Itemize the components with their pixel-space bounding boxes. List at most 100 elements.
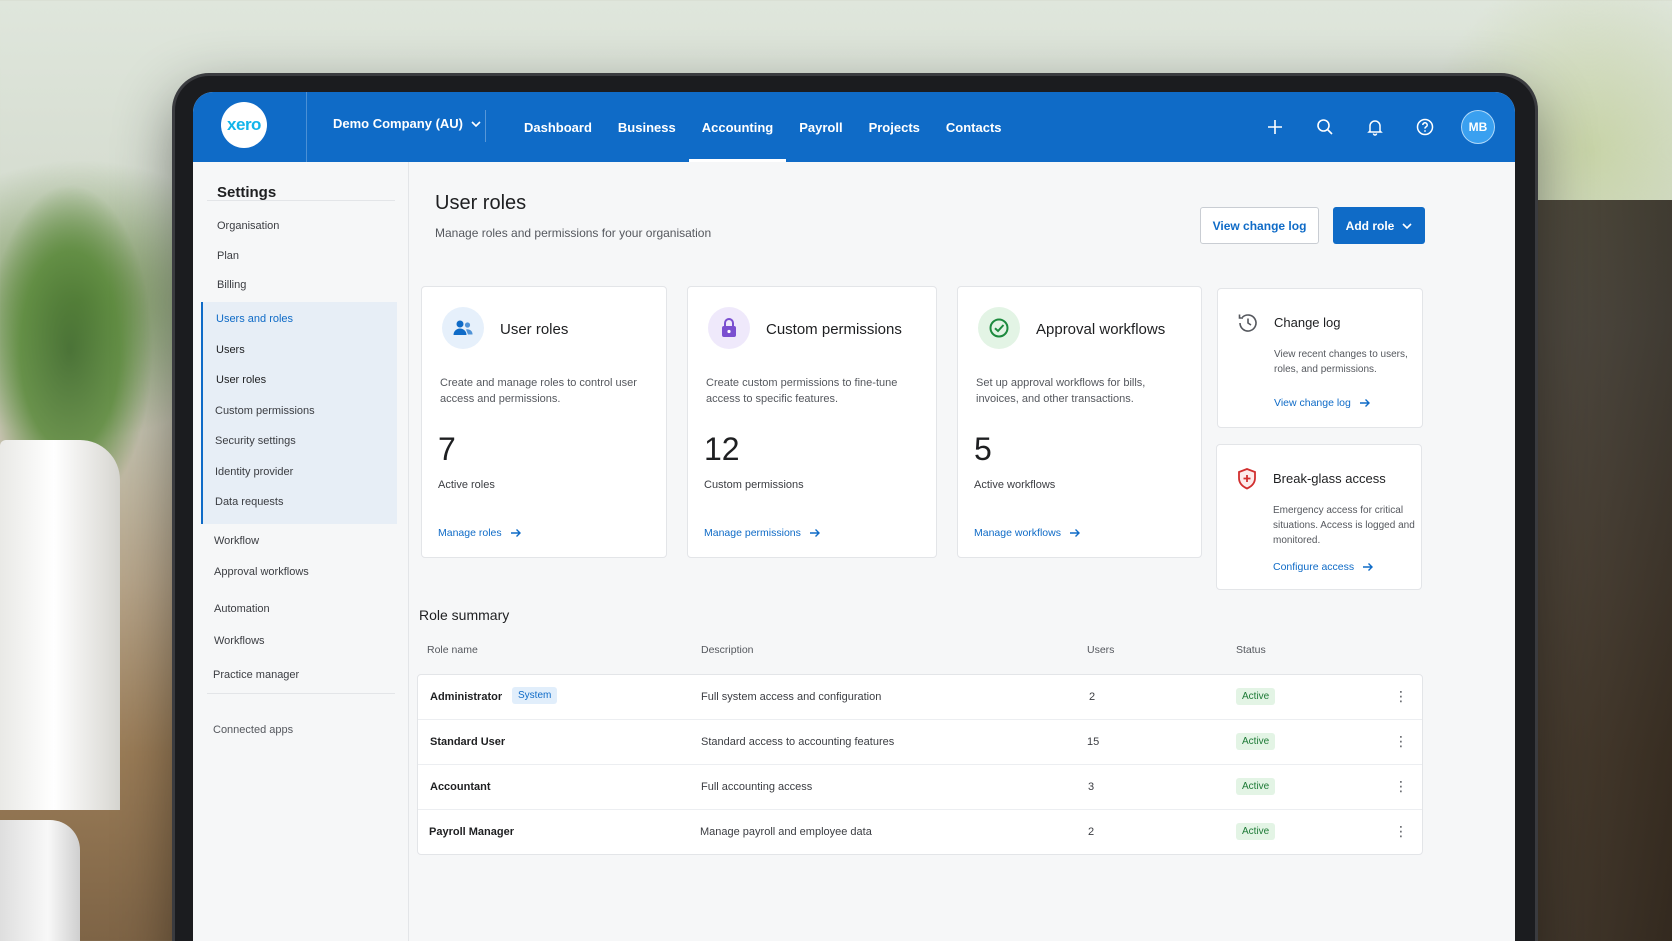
manage-roles-link[interactable]: Manage roles <box>438 527 522 539</box>
users-icon <box>442 307 484 349</box>
nav-contacts[interactable]: Contacts <box>933 92 1015 162</box>
manage-workflows-link[interactable]: Manage workflows <box>974 527 1081 539</box>
background-window-frame <box>1532 200 1672 941</box>
link-text: Manage workflows <box>974 527 1061 539</box>
add-role-label: Add role <box>1345 218 1395 233</box>
search-icon[interactable] <box>1311 113 1339 141</box>
manage-permissions-link[interactable]: Manage permissions <box>704 527 821 539</box>
card-description: Create and manage roles to control user … <box>440 377 637 405</box>
more-options-icon[interactable]: ⋮ <box>1394 689 1408 703</box>
card-description: Create custom permissions to fine-tune a… <box>706 377 898 405</box>
role-users: 2 <box>1088 826 1095 838</box>
column-header-description[interactable]: Description <box>701 644 754 656</box>
table-body: Administrator System Full system access … <box>417 674 1423 855</box>
check-circle-icon <box>978 307 1020 349</box>
settings-sidebar: Settings Organisation Plan Billing Users… <box>193 162 409 941</box>
sidebar-divider <box>207 200 395 201</box>
side-card-title: Break-glass access <box>1273 471 1386 486</box>
role-name: Accountant <box>430 781 491 793</box>
logo-text: xero <box>227 115 261 134</box>
sidebar-item-data-requests[interactable]: Data requests <box>215 496 283 508</box>
status-badge: Active <box>1236 823 1276 840</box>
configure-access-link[interactable]: Configure access <box>1273 561 1374 573</box>
nav-accounting[interactable]: Accounting <box>688 92 787 162</box>
clock-icon <box>1234 309 1262 337</box>
sidebar-item-workflows[interactable]: Workflows <box>214 635 265 647</box>
column-header-users[interactable]: Users <box>1087 644 1114 656</box>
role-summary-title: Role summary <box>419 607 510 623</box>
role-name: Standard User <box>430 736 506 748</box>
arrow-right-icon <box>1363 563 1374 571</box>
sidebar-item-user-roles[interactable]: User roles <box>216 374 266 386</box>
sidebar-item-plan[interactable]: Plan <box>217 250 239 262</box>
organization-switcher[interactable]: Demo Company (AU) <box>333 116 481 131</box>
table-row[interactable]: Administrator System Full system access … <box>418 675 1422 720</box>
help-icon[interactable] <box>1411 113 1439 141</box>
role-description: Manage payroll and employee data <box>700 826 872 838</box>
sidebar-item-automation[interactable]: Automation <box>214 603 270 615</box>
table-row[interactable]: Standard User Standard access to account… <box>418 720 1422 765</box>
organization-name: Demo Company (AU) <box>333 116 464 131</box>
break-glass-access-card: Break-glass access Emergency access for … <box>1216 444 1422 590</box>
xero-logo[interactable]: xero <box>221 102 267 148</box>
lock-icon <box>708 307 750 349</box>
role-users: 2 <box>1089 691 1096 703</box>
sidebar-item-practice-manager[interactable]: Practice manager <box>213 669 299 681</box>
sidebar-item-custom-permissions[interactable]: Custom permissions <box>215 405 315 417</box>
side-card-description: View recent changes to users, roles, and… <box>1274 349 1408 375</box>
sidebar-item-approval-workflows[interactable]: Approval workflows <box>214 566 309 578</box>
approval-workflows-card: Approval workflows Set up approval workf… <box>957 286 1202 558</box>
plus-icon[interactable] <box>1261 113 1289 141</box>
more-options-icon[interactable]: ⋮ <box>1394 824 1408 838</box>
sidebar-item-organisation[interactable]: Organisation <box>217 220 279 232</box>
sidebar-item-security-settings[interactable]: Security settings <box>215 435 296 447</box>
card-label: Active roles <box>438 479 495 491</box>
status-badge: Active <box>1236 733 1276 750</box>
view-change-log-link[interactable]: View change log <box>1274 397 1371 409</box>
sidebar-item-workflow[interactable]: Workflow <box>214 535 259 547</box>
nav-divider <box>485 110 486 142</box>
more-options-icon[interactable]: ⋮ <box>1394 779 1408 793</box>
side-card-description: Emergency access for critical situations… <box>1273 505 1415 546</box>
sidebar-item-identity-provider[interactable]: Identity provider <box>215 466 293 478</box>
add-role-button[interactable]: Add role <box>1333 207 1425 244</box>
card-number: 5 <box>974 431 992 467</box>
nav-dashboard[interactable]: Dashboard <box>511 92 605 162</box>
top-navigation: xero Demo Company (AU) Dashboard Busines… <box>193 92 1515 162</box>
sidebar-item-billing[interactable]: Billing <box>217 279 246 291</box>
role-description: Standard access to accounting features <box>701 736 895 748</box>
link-text: Manage roles <box>438 527 502 539</box>
bell-icon[interactable] <box>1361 113 1389 141</box>
avatar[interactable]: MB <box>1461 110 1495 144</box>
more-options-icon[interactable]: ⋮ <box>1394 734 1408 748</box>
column-header-status[interactable]: Status <box>1236 644 1266 656</box>
sidebar-item-connected-apps[interactable]: Connected apps <box>213 724 293 736</box>
link-text: Configure access <box>1273 561 1355 573</box>
link-text: View change log <box>1274 397 1351 409</box>
sidebar-item-users-and-roles[interactable]: Users and roles <box>216 313 293 325</box>
laptop-screen: xero Demo Company (AU) Dashboard Busines… <box>193 92 1515 941</box>
page-subtitle: Manage roles and permissions for your or… <box>435 226 712 240</box>
nav-projects[interactable]: Projects <box>856 92 933 162</box>
nav-divider <box>306 92 307 162</box>
background-mug <box>0 820 80 941</box>
column-header-role-name[interactable]: Role name <box>427 644 478 656</box>
shield-plus-icon <box>1233 465 1261 493</box>
sidebar-item-users[interactable]: Users <box>216 344 245 356</box>
main-menu: Dashboard Business Accounting Payroll Pr… <box>511 92 1015 162</box>
table-row[interactable]: Payroll Manager Manage payroll and emplo… <box>418 810 1422 855</box>
nav-business[interactable]: Business <box>605 92 689 162</box>
status-badge: Active <box>1236 688 1276 705</box>
main-content: User roles Manage roles and permissions … <box>409 162 1515 941</box>
sidebar-title: Settings <box>217 184 277 201</box>
card-number: 7 <box>438 431 456 467</box>
table-row[interactable]: Accountant Full accounting access 3 Acti… <box>418 765 1422 810</box>
card-description: Set up approval workflows for bills, inv… <box>976 377 1146 405</box>
background-pot <box>0 440 120 810</box>
card-title: Custom permissions <box>766 321 902 338</box>
nav-payroll[interactable]: Payroll <box>786 92 855 162</box>
role-description: Full system access and configuration <box>701 691 882 703</box>
arrow-right-icon <box>1359 399 1370 407</box>
change-log-card: Change log View recent changes to users,… <box>1217 288 1423 428</box>
view-change-log-button[interactable]: View change log <box>1200 207 1319 244</box>
